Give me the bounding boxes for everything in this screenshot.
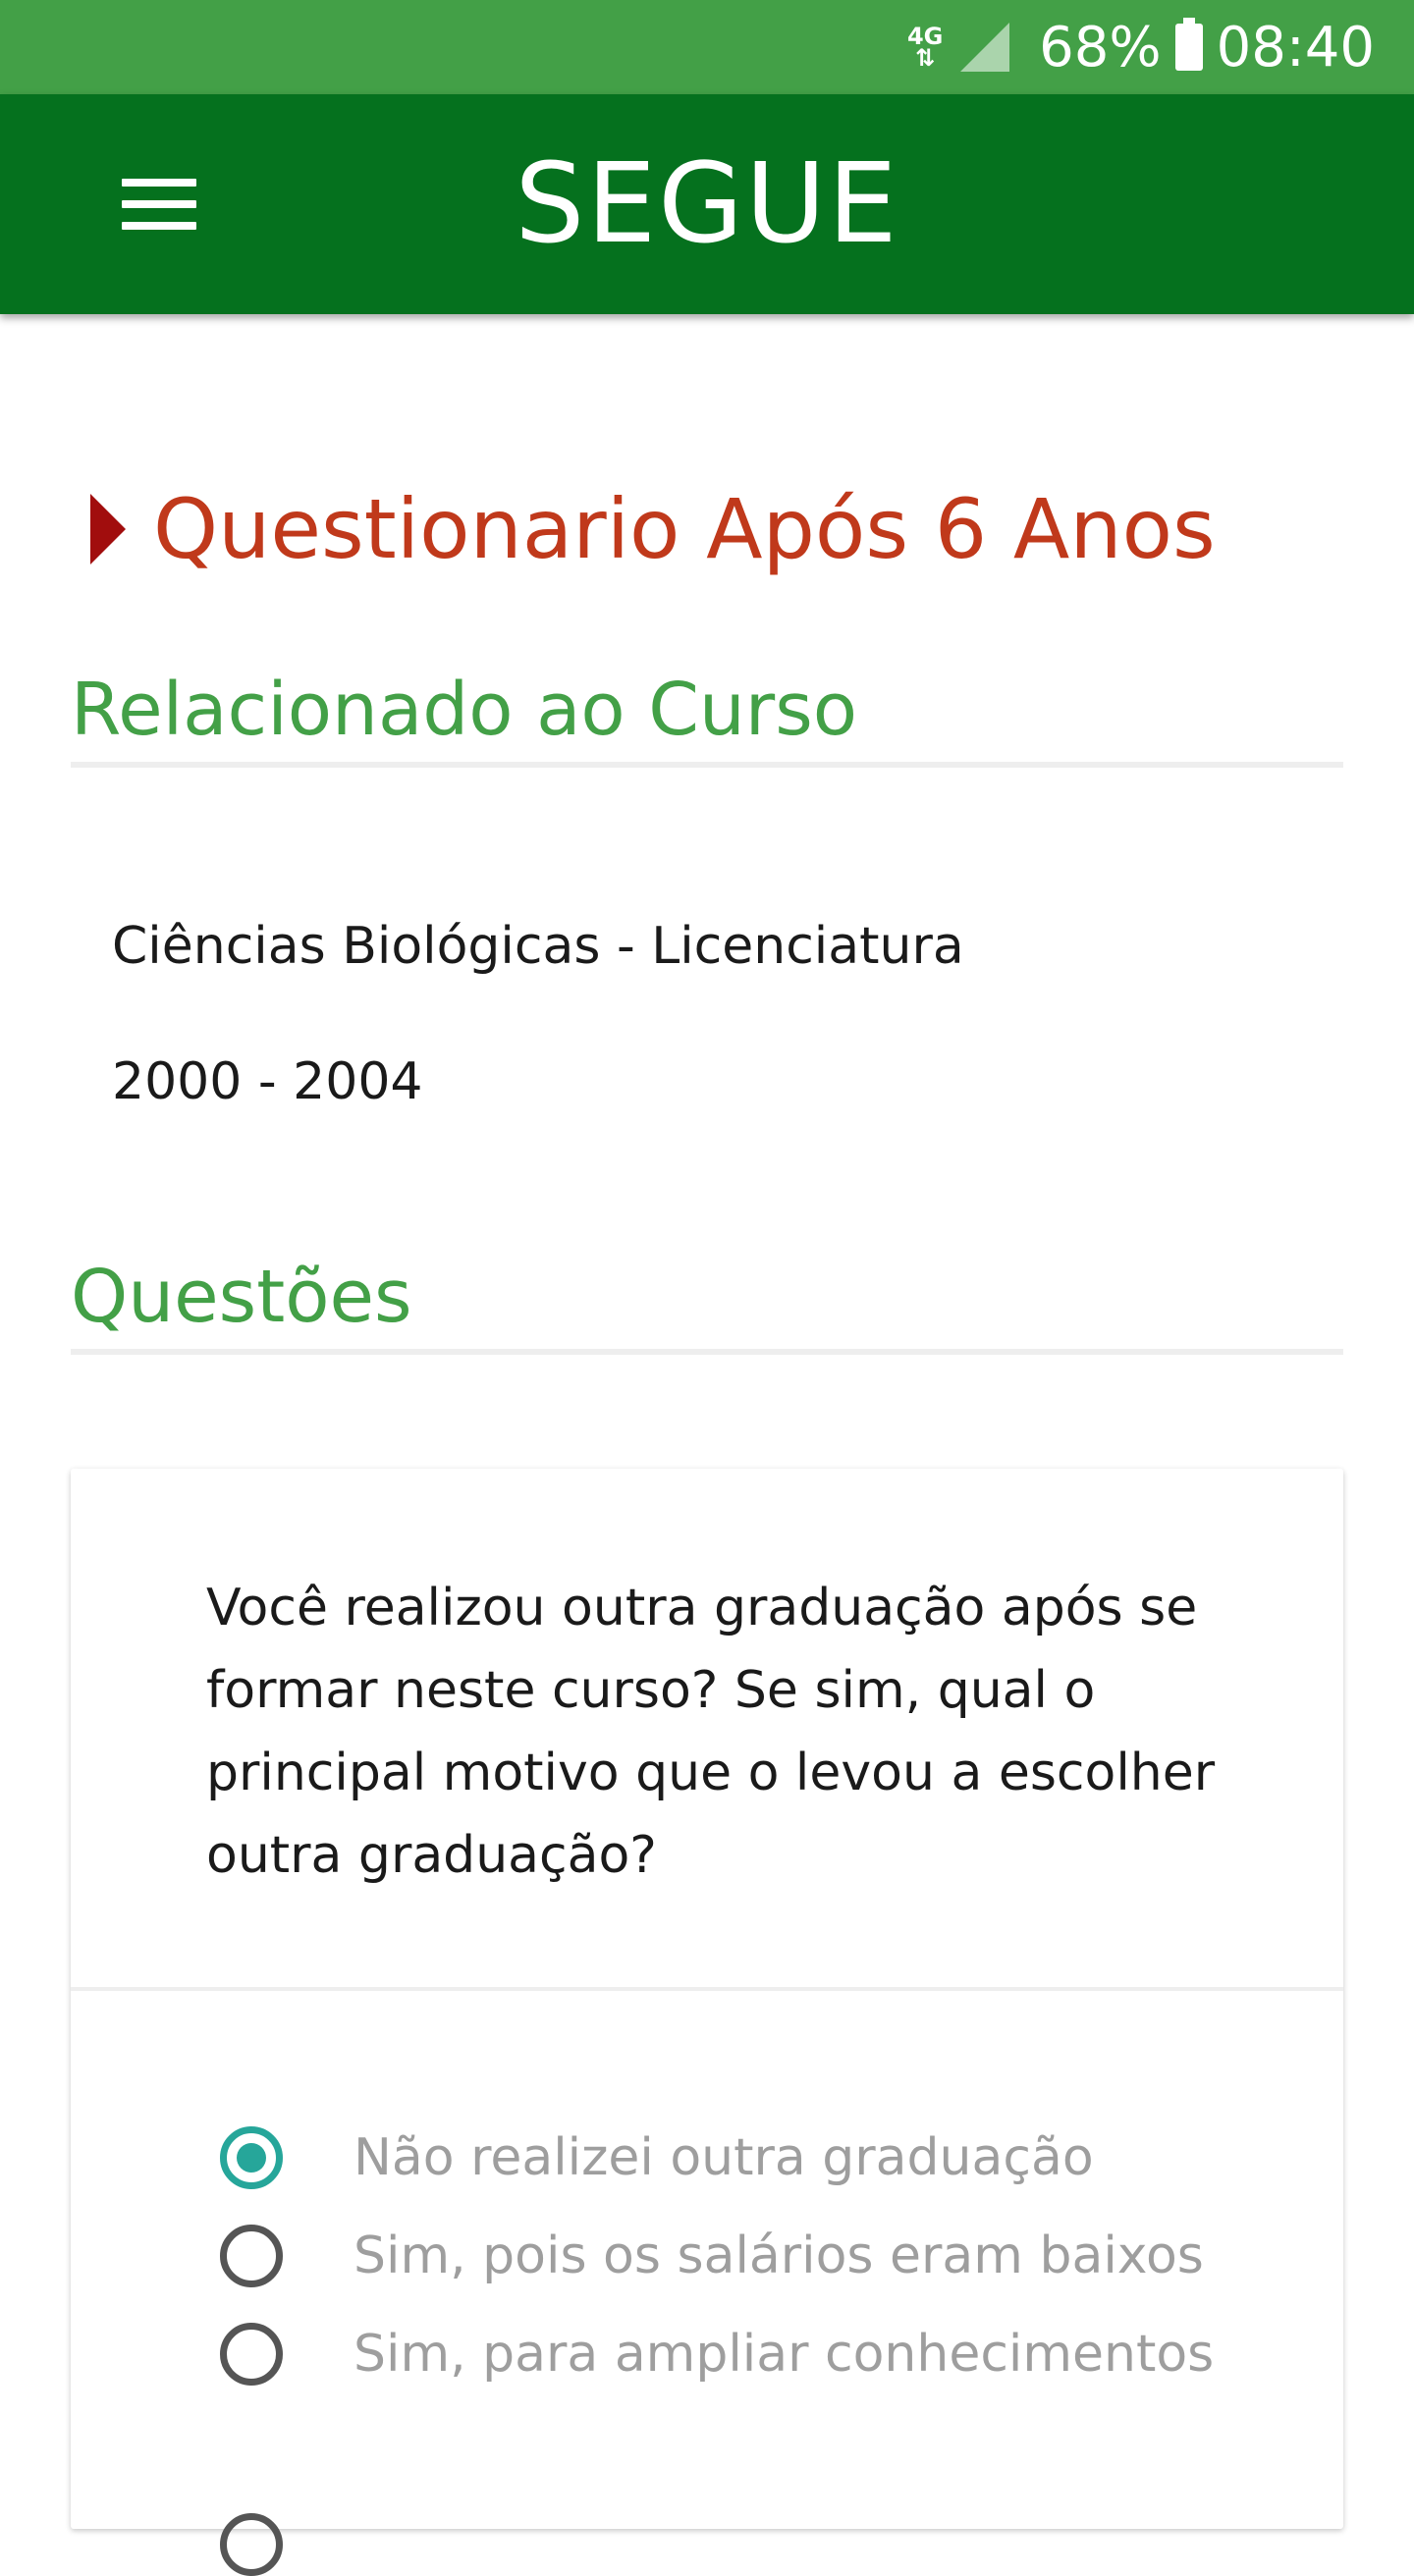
option-salarios-baixos[interactable]: Sim, pois os salários eram baixos bbox=[220, 2225, 1300, 2305]
chevron-right-icon bbox=[90, 494, 126, 564]
app-title: SEGUE bbox=[515, 140, 899, 268]
network-type-icon: 4G ⇅ bbox=[903, 25, 947, 72]
status-time: 08:40 bbox=[1216, 15, 1375, 80]
radio-unchecked-icon[interactable] bbox=[220, 2225, 283, 2287]
battery-icon bbox=[1174, 18, 1203, 71]
option-label: Sim, para ampliar conhecimentos bbox=[354, 2325, 1215, 2384]
radio-unchecked-icon[interactable] bbox=[220, 2323, 283, 2386]
status-bar: 4G ⇅ 68% 08:40 bbox=[0, 0, 1414, 94]
option-label: Não realizei outra graduação bbox=[354, 2128, 1094, 2187]
option-partial[interactable] bbox=[220, 2513, 1300, 2576]
question-card: Você realizou outra graduação após se fo… bbox=[71, 1469, 1343, 2576]
data-arrows-icon: ⇅ bbox=[915, 44, 936, 72]
questions-section-header: Questões bbox=[71, 1255, 1343, 1355]
card-divider bbox=[71, 1987, 1343, 1991]
page-title: Questionario Após 6 Anos bbox=[153, 481, 1216, 577]
course-section-header: Relacionado ao Curso bbox=[71, 668, 1343, 768]
battery-percentage: 68% bbox=[1039, 15, 1162, 80]
option-label: Sim, pois os salários eram baixos bbox=[354, 2227, 1204, 2285]
radio-checked-icon[interactable] bbox=[220, 2126, 283, 2189]
hamburger-menu-icon[interactable] bbox=[122, 179, 196, 230]
status-icons: 4G ⇅ 68% 08:40 bbox=[903, 0, 1375, 94]
signal-strength-icon bbox=[960, 23, 1010, 72]
page-title-row: Questionario Após 6 Anos bbox=[90, 481, 1216, 577]
question-text: Você realizou outra graduação após se fo… bbox=[206, 1579, 1216, 1885]
radio-unchecked-icon[interactable] bbox=[220, 2513, 283, 2576]
course-name: Ciências Biológicas - Licenciatura bbox=[112, 917, 964, 976]
app-bar: SEGUE bbox=[0, 94, 1414, 314]
course-years: 2000 - 2004 bbox=[112, 1052, 423, 1111]
option-ampliar-conhecimentos[interactable]: Sim, para ampliar conhecimentos bbox=[220, 2323, 1300, 2403]
option-nao-realizei[interactable]: Não realizei outra graduação bbox=[220, 2126, 1300, 2207]
